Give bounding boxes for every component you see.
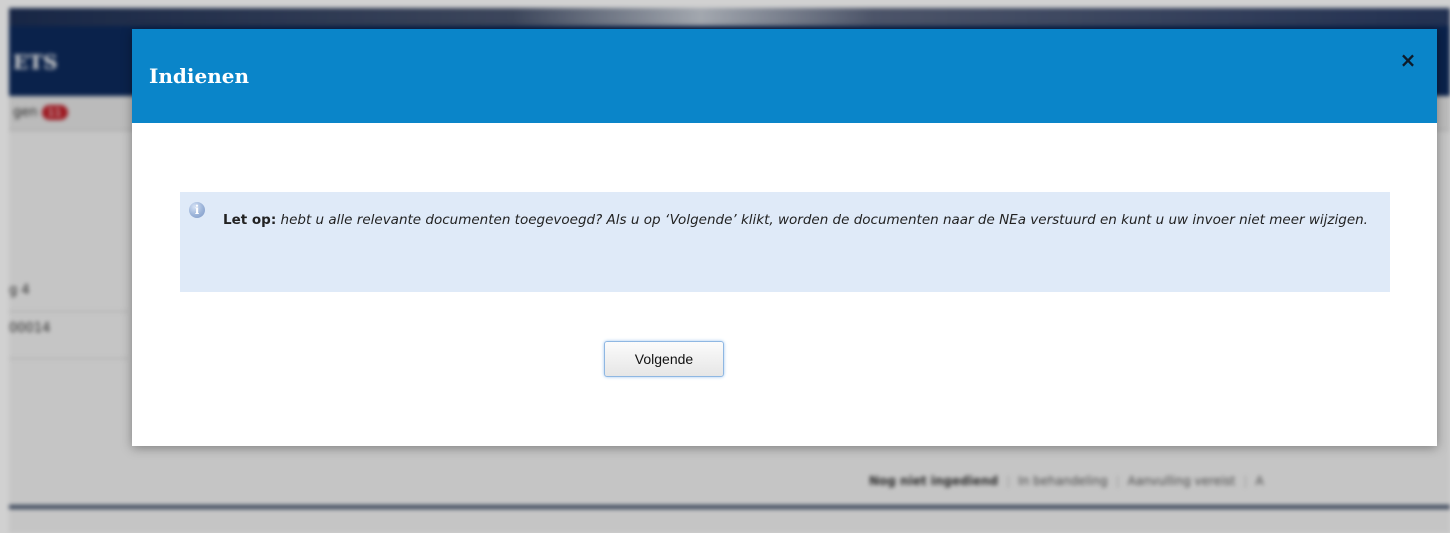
page: ETS gen 11 g 4 00014 Nog niet ingediend | I… bbox=[0, 0, 1450, 533]
notice-text: Let op: hebt u alle relevante documenten… bbox=[223, 213, 1383, 228]
warning-notice: i Let op: hebt u alle relevante document… bbox=[180, 192, 1390, 292]
notice-message: hebt u alle relevante documenten toegevo… bbox=[276, 212, 1368, 228]
close-icon[interactable]: × bbox=[1397, 49, 1419, 71]
submit-dialog: Indienen × i Let op: hebt u alle relevan… bbox=[132, 29, 1437, 446]
next-button[interactable]: Volgende bbox=[604, 341, 724, 377]
dialog-header: Indienen × bbox=[132, 29, 1437, 123]
info-icon: i bbox=[189, 202, 205, 218]
dialog-title: Indienen bbox=[149, 64, 250, 88]
notice-label: Let op: bbox=[223, 212, 277, 228]
